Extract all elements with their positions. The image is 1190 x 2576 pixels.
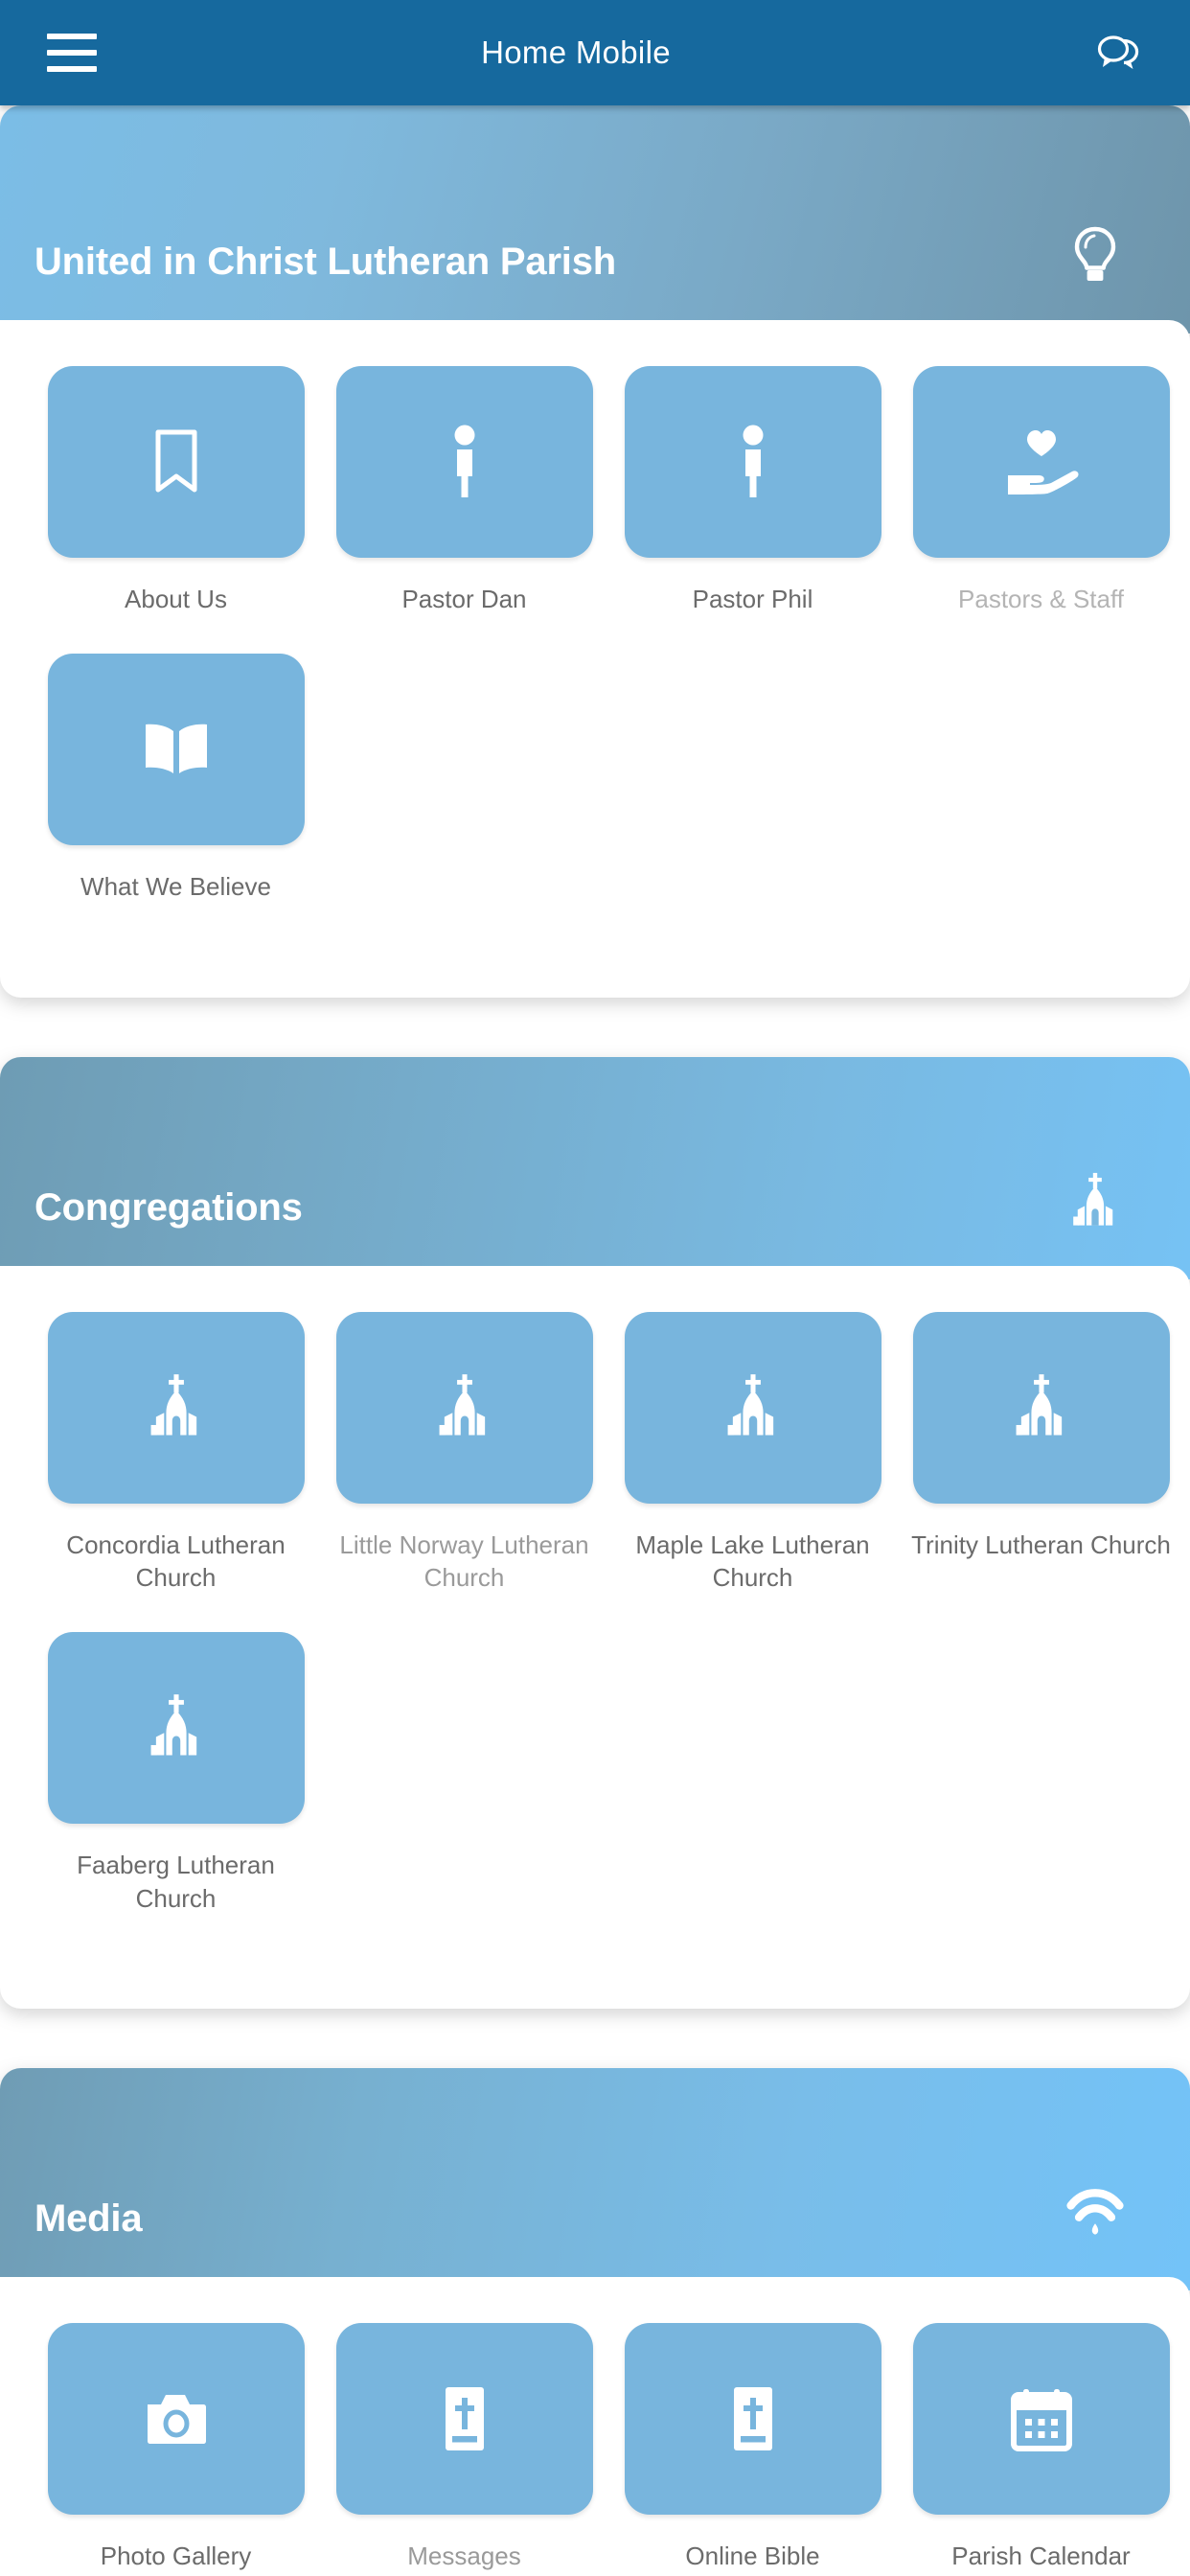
tile-little-norway-lutheran-church[interactable]: Little Norway Lutheran Church: [320, 1311, 608, 1595]
tile-label: Faaberg Lutheran Church: [77, 1851, 275, 1913]
tile-icon-box: [335, 366, 593, 558]
tile-label: Maple Lake Lutheran Church: [635, 1530, 870, 1592]
card-parish: United in Christ Lutheran Parish About U…: [0, 105, 1190, 998]
tile-icon-box: [47, 1632, 305, 1825]
bible-icon: [445, 2386, 484, 2450]
camera-icon: [147, 2394, 206, 2444]
tile-label: Messages: [407, 2541, 521, 2570]
tile-icon-box: [624, 2322, 881, 2515]
calendar-icon: [1010, 2388, 1072, 2451]
hand-holding-heart-icon: [1007, 430, 1079, 494]
person-icon: [743, 425, 763, 497]
bookmark-icon: [155, 429, 196, 493]
wifi-broadcast-icon: [1065, 2181, 1125, 2244]
card-body-media: Photo Gallery Messages Online Bible Pari…: [0, 2276, 1190, 2576]
tile-icon-box: [47, 1311, 305, 1504]
tile-label: Pastors & Staff: [958, 585, 1124, 613]
tile-icon-box: [912, 1311, 1170, 1504]
card-body-congregations: Concordia Lutheran Church Little Norway …: [0, 1265, 1190, 2009]
tile-label: Concordia Lutheran Church: [66, 1530, 286, 1592]
tile-icon-box: [624, 1311, 881, 1504]
lightbulb-icon: [1065, 224, 1125, 288]
church-icon: [727, 1373, 773, 1436]
hamburger-line: [47, 50, 97, 56]
card-header-parish: United in Christ Lutheran Parish: [0, 105, 1190, 334]
tile-label: About Us: [125, 585, 227, 613]
person-icon: [454, 425, 474, 497]
hamburger-line: [47, 34, 97, 39]
tile-what-we-believe[interactable]: What We Believe: [32, 654, 320, 903]
card-congregations: Congregations Concordia Lutheran Church …: [0, 1056, 1190, 2009]
tile-pastor-dan[interactable]: Pastor Dan: [320, 366, 608, 615]
bible-icon: [733, 2386, 772, 2450]
church-icon: [150, 1694, 196, 1756]
hamburger-menu-icon[interactable]: [47, 34, 97, 72]
card-header-media: Media: [0, 2067, 1190, 2290]
card-header-gradient: [0, 2067, 1190, 2290]
tile-pastor-phil[interactable]: Pastor Phil: [608, 366, 897, 615]
tile-icon-box: [335, 2322, 593, 2515]
chat-bubbles-icon[interactable]: [1091, 26, 1145, 80]
tile-icon-box: [912, 2322, 1170, 2515]
tile-concordia-lutheran-church[interactable]: Concordia Lutheran Church: [32, 1311, 320, 1595]
tile-grid-parish: About Us Pastor Dan Pastor Phil Pastors …: [0, 366, 1190, 942]
open-book-icon: [145, 724, 207, 774]
tile-label: What We Believe: [80, 872, 271, 902]
church-icon: [1016, 1373, 1062, 1436]
page-title: Home Mobile: [481, 34, 671, 70]
church-icon: [150, 1373, 196, 1436]
tile-label: Online Bible: [685, 2541, 820, 2570]
tile-about-us[interactable]: About Us: [32, 366, 320, 615]
tile-photo-gallery[interactable]: Photo Gallery: [32, 2322, 320, 2572]
tile-icon-box: [624, 366, 881, 558]
tile-label: Little Norway Lutheran Church: [339, 1530, 589, 1592]
tile-icon-box: [47, 366, 305, 558]
church-icon: [439, 1373, 485, 1436]
app-bar: Home Mobile: [0, 0, 1190, 105]
tile-online-bible[interactable]: Online Bible: [608, 2322, 897, 2572]
tile-icon-box: [47, 2322, 305, 2515]
tile-pastors-and-staff[interactable]: Pastors & Staff: [897, 366, 1185, 615]
card-body-parish: About Us Pastor Dan Pastor Phil Pastors …: [0, 320, 1190, 998]
tile-faaberg-lutheran-church[interactable]: Faaberg Lutheran Church: [32, 1632, 320, 1915]
tile-label: Pastor Phil: [692, 585, 813, 613]
app-bar-right: [1046, 26, 1190, 80]
tile-label: Parish Calendar: [951, 2541, 1131, 2570]
tile-label: Photo Gallery: [100, 2541, 252, 2570]
tile-icon-box: [912, 366, 1170, 558]
tile-grid-congregations: Concordia Lutheran Church Little Norway …: [0, 1311, 1190, 1953]
content-scroll-area[interactable]: United in Christ Lutheran Parish About U…: [0, 105, 1190, 2576]
card-media: Media Photo Gallery Messages Online Bibl…: [0, 2067, 1190, 2576]
tile-trinity-lutheran-church[interactable]: Trinity Lutheran Church: [897, 1311, 1185, 1595]
tile-label: Pastor Dan: [401, 585, 527, 613]
card-header-congregations: Congregations: [0, 1056, 1190, 1279]
tile-label: Trinity Lutheran Church: [911, 1530, 1171, 1559]
tile-parish-calendar[interactable]: Parish Calendar: [897, 2322, 1185, 2572]
church-icon: [1065, 1170, 1125, 1233]
tile-grid-media: Photo Gallery Messages Online Bible Pari…: [0, 2322, 1190, 2576]
tile-maple-lake-lutheran-church[interactable]: Maple Lake Lutheran Church: [608, 1311, 897, 1595]
tile-icon-box: [335, 1311, 593, 1504]
tile-icon-box: [47, 654, 305, 846]
hamburger-line: [47, 66, 97, 72]
tile-messages[interactable]: Messages: [320, 2322, 608, 2572]
